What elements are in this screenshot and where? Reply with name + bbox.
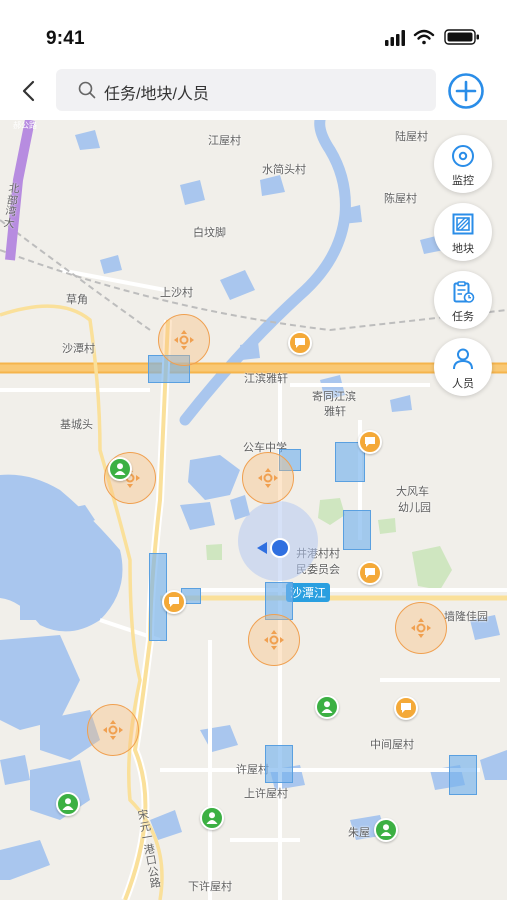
monitor-marker[interactable] (87, 704, 139, 756)
add-button[interactable] (447, 72, 485, 110)
monitor-marker-icon (103, 720, 123, 740)
place-label: 沙潭村 (62, 343, 95, 355)
monitor-marker-icon (258, 468, 278, 488)
place-label: 下许屋村 (188, 881, 232, 893)
person-icon (380, 824, 392, 836)
place-label: 寄同江滨 (312, 391, 356, 403)
person-pin[interactable] (374, 818, 398, 842)
place-label: 陆屋村 (395, 131, 428, 143)
person-icon (62, 798, 74, 810)
person-button-label: 人员 (452, 378, 474, 390)
place-label: 雅轩 (324, 406, 346, 418)
place-label: 陈屋村 (384, 193, 417, 205)
plot-rect[interactable] (449, 755, 477, 795)
plot-button-label: 地块 (452, 243, 474, 255)
monitor-marker[interactable] (158, 314, 210, 366)
search-input[interactable]: 任务/地块/人员 (56, 69, 436, 111)
plot-button[interactable]: 地块 (434, 203, 492, 261)
status-time: 9:41 (46, 28, 85, 49)
monitor-marker[interactable] (248, 614, 300, 666)
person-pin[interactable] (200, 806, 224, 830)
person-icon (321, 701, 333, 713)
place-label: 中间屋村 (370, 739, 414, 751)
search-icon (78, 81, 96, 99)
message-pin[interactable] (288, 331, 312, 355)
wifi-icon (413, 29, 435, 45)
back-button[interactable] (14, 76, 44, 106)
person-button[interactable]: 人员 (434, 338, 492, 396)
battery-icon (444, 29, 479, 45)
message-icon (169, 597, 179, 607)
message-icon (365, 568, 375, 578)
place-label: 朱屋 (348, 827, 370, 839)
monitor-marker-icon (411, 618, 431, 638)
place-label: 上许屋村 (244, 788, 288, 800)
monitor-icon (452, 145, 474, 167)
monitor-marker[interactable] (395, 602, 447, 654)
search-header: 任务/地块/人员 (0, 64, 507, 120)
message-pin[interactable] (162, 590, 186, 614)
person-icon (114, 463, 126, 475)
map-view[interactable]: 江屋村 陆屋村 水简头村 陈屋村 白坟脚 上沙村 草角 沙潭村 江滨雅轩 寄同江… (0, 120, 507, 900)
place-label: 白坟脚 (193, 227, 226, 239)
person-icon (206, 812, 218, 824)
place-label: 水简头村 (262, 164, 306, 176)
place-label: 上沙村 (160, 287, 193, 299)
place-label: 幼儿园 (398, 502, 431, 514)
person-icon (453, 348, 473, 370)
message-icon (401, 703, 411, 713)
plot-rect[interactable] (343, 510, 371, 550)
task-button[interactable]: 任务 (434, 271, 492, 329)
place-label: 墙隆佳园 (444, 611, 488, 623)
place-label: 大风车 (396, 486, 429, 498)
monitor-button[interactable]: 监控 (434, 135, 492, 193)
place-label: 江滨雅轩 (244, 373, 288, 385)
message-icon (295, 338, 305, 348)
monitor-marker-icon (264, 630, 284, 650)
monitor-button-label: 监控 (452, 175, 474, 187)
current-location-icon[interactable] (270, 538, 290, 558)
task-button-label: 任务 (452, 311, 474, 323)
plot-icon (452, 213, 474, 235)
place-label: 基城头 (60, 419, 93, 431)
signal-icon (385, 30, 405, 46)
status-icons (385, 29, 479, 46)
person-pin[interactable] (315, 695, 339, 719)
message-pin[interactable] (394, 696, 418, 720)
person-pin[interactable] (56, 792, 80, 816)
plot-rect[interactable] (265, 745, 293, 783)
search-placeholder: 任务/地块/人员 (104, 86, 209, 103)
person-pin[interactable] (108, 457, 132, 481)
place-label: 江屋村 (208, 135, 241, 147)
task-icon (453, 281, 475, 303)
status-bar: 9:41 (0, 0, 507, 64)
monitor-marker-icon (174, 330, 194, 350)
message-pin[interactable] (358, 561, 382, 585)
message-icon (365, 437, 375, 447)
monitor-marker[interactable] (242, 452, 294, 504)
location-direction-icon (257, 542, 267, 554)
place-label: 草角 (66, 294, 88, 306)
message-pin[interactable] (358, 430, 382, 454)
road-label-top: 郝公路 (13, 121, 37, 130)
